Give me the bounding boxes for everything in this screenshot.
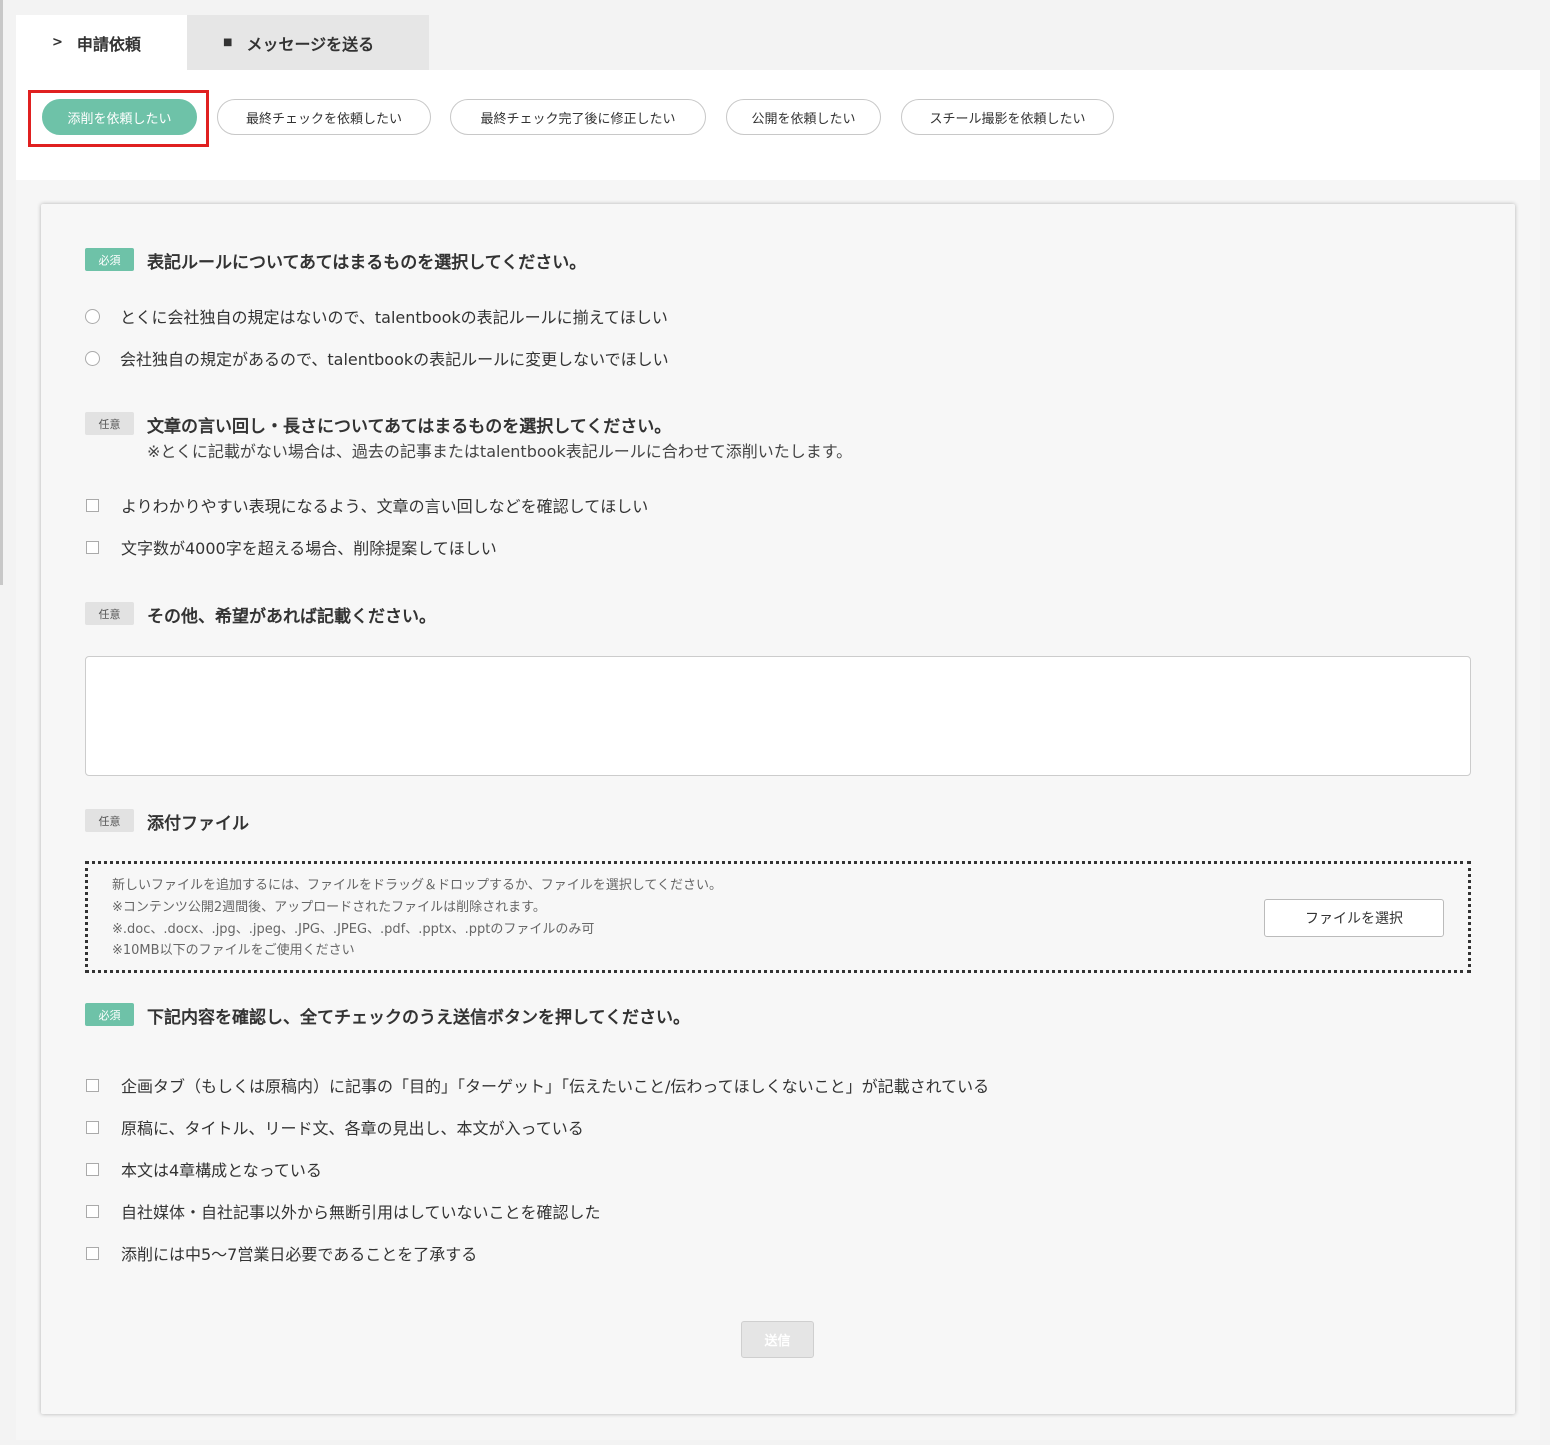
question-notation-rule: 表記ルールについてあてはまるものを選択してください。 [147,253,587,273]
checkbox-label: 文字数が4000字を超える場合、削除提案してほしい [121,539,497,558]
question-other-requests: その他、希望があれば記載ください。 [147,607,436,627]
question-phrasing: 文章の言い回し・長さについてあてはまるものを選択してください。 [147,417,672,437]
checkbox-label: 自社媒体・自社記事以外から無断引用はしていないことを確認した [121,1203,601,1222]
required-badge: 必須 [85,1003,134,1026]
checkbox-option[interactable]: 自社媒体・自社記事以外から無断引用はしていないことを確認した [85,1199,601,1223]
selection-highlight [28,90,209,147]
question-attachment: 添付ファイル [147,814,249,834]
radio-button[interactable] [85,350,100,366]
checkbox[interactable] [86,1078,99,1092]
checkbox-option[interactable]: よりわかりやすい表現になるよう、文章の言い回しなどを確認してほしい [85,493,648,517]
request-type-fix-after-check[interactable]: 最終チェック完了後に修正したい [450,99,706,135]
checkbox-label: 本文は4章構成となっている [121,1161,322,1180]
checkbox-label: 企画タブ（もしくは原稿内）に記事の「目的」「ターゲット」「伝えたいこと/伝わって… [121,1077,990,1096]
file-dropzone[interactable]: 新しいファイルを追加するには、ファイルをドラッグ＆ドロップするか、ファイルを選択… [85,861,1471,973]
send-icon: > [52,35,63,50]
checkbox-option[interactable]: 企画タブ（もしくは原稿内）に記事の「目的」「ターゲット」「伝えたいこと/伝わって… [85,1073,989,1097]
submit-button[interactable]: 送信 [741,1321,814,1358]
tab-bar: > 申請依頼 ■ メッセージを送る [16,15,429,70]
dropzone-note: ※.doc、.docx、.jpg、.jpeg、.JPG、.JPEG、.pdf、.… [112,922,595,937]
dropzone-instruction: 新しいファイルを追加するには、ファイルをドラッグ＆ドロップするか、ファイルを選択… [112,878,722,893]
checkbox[interactable] [86,1204,99,1218]
square-icon: ■ [223,37,233,48]
optional-badge: 任意 [85,809,134,832]
checkbox[interactable] [86,1246,99,1260]
checkbox-label: 添削には中5〜7営業日必要であることを了承する [121,1245,478,1264]
radio-label: 会社独自の規定があるので、talentbookの表記ルールに変更しないでほしい [120,350,669,369]
request-panel: 添削を依頼したい 最終チェックを依頼したい 最終チェック完了後に修正したい 公開… [16,70,1540,1440]
optional-badge: 任意 [85,602,134,625]
checkbox[interactable] [86,1120,99,1134]
choose-file-button[interactable]: ファイルを選択 [1264,899,1444,937]
request-type-publish[interactable]: 公開を依頼したい [726,99,881,135]
optional-badge: 任意 [85,412,134,435]
question-note: ※とくに記載がない場合は、過去の記事またはtalentbook表記ルールに合わせ… [147,442,853,461]
radio-option[interactable]: 会社独自の規定があるので、talentbookの表記ルールに変更しないでほしい [85,346,669,370]
checkbox[interactable] [86,540,99,554]
checkbox-label: よりわかりやすい表現になるよう、文章の言い回しなどを確認してほしい [121,497,649,516]
checkbox-option[interactable]: 原稿に、タイトル、リード文、各章の見出し、本文が入っている [85,1115,584,1139]
checkbox[interactable] [86,498,99,512]
request-form: 必須 表記ルールについてあてはまるものを選択してください。 とくに会社独自の規定… [41,204,1515,1414]
request-type-photo-shoot[interactable]: スチール撮影を依頼したい [901,99,1114,135]
question-confirmation: 下記内容を確認し、全てチェックのうえ送信ボタンを押してください。 [147,1008,690,1028]
dropzone-note: ※10MB以下のファイルをご使用ください [112,943,355,958]
tab-request-label: 申請依頼 [76,34,141,54]
tab-request[interactable]: > 申請依頼 [16,15,187,70]
request-type-selector: 添削を依頼したい 最終チェックを依頼したい 最終チェック完了後に修正したい 公開… [16,70,1540,180]
tab-message[interactable]: ■ メッセージを送る [187,15,429,70]
radio-option[interactable]: とくに会社独自の規定はないので、talentbookの表記ルールに揃えてほしい [85,304,668,328]
tab-message-label: メッセージを送る [246,34,375,54]
radio-button[interactable] [85,308,100,324]
other-requests-textarea[interactable] [85,656,1471,776]
checkbox-option[interactable]: 文字数が4000字を超える場合、削除提案してほしい [85,535,497,559]
checkbox-label: 原稿に、タイトル、リード文、各章の見出し、本文が入っている [121,1119,584,1138]
required-badge: 必須 [85,248,134,271]
radio-label: とくに会社独自の規定はないので、talentbookの表記ルールに揃えてほしい [120,308,668,327]
checkbox-option[interactable]: 本文は4章構成となっている [85,1157,322,1181]
checkbox[interactable] [86,1162,99,1176]
left-border [0,0,3,585]
checkbox-option[interactable]: 添削には中5〜7営業日必要であることを了承する [85,1241,477,1265]
dropzone-note: ※コンテンツ公開2週間後、アップロードされたファイルは削除されます。 [112,900,546,915]
request-type-final-check[interactable]: 最終チェックを依頼したい [217,99,431,135]
